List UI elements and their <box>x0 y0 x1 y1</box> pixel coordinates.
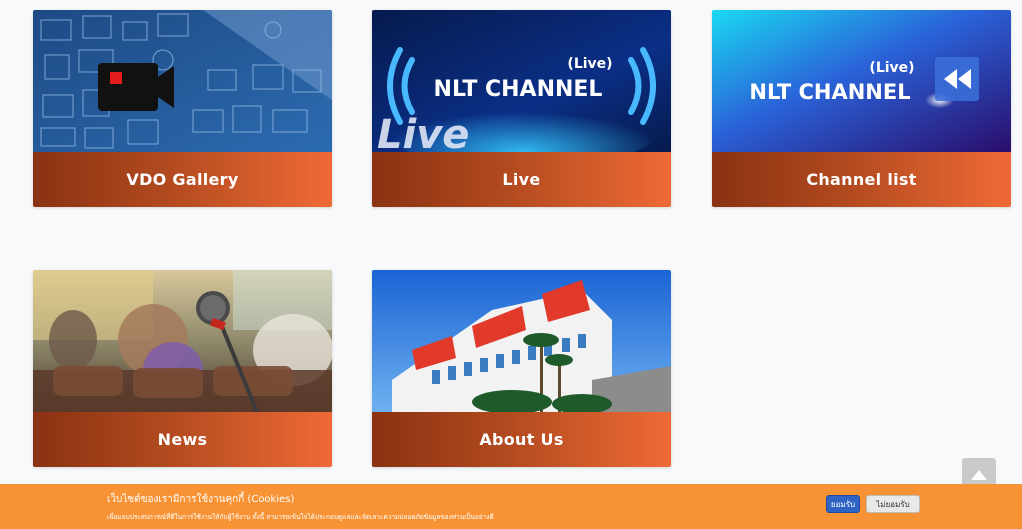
card-label: Live <box>502 170 541 189</box>
live-overlay-text: Live <box>377 112 469 152</box>
card-label: News <box>157 430 208 449</box>
live-label-bar[interactable]: Live <box>372 152 671 207</box>
cookie-description: เพื่อมอบประสบการณ์ที่ดีในการใช้งานให้กับ… <box>107 513 494 521</box>
about-us-thumbnail <box>372 270 671 412</box>
live-tag: (Live) <box>567 56 612 72</box>
news-thumbnail <box>33 270 332 412</box>
nlt-channel-title: NLT CHANNEL <box>749 80 910 104</box>
card-news[interactable]: News <box>33 270 332 467</box>
accept-cookies-button[interactable]: ยอมรับ <box>826 495 860 513</box>
decline-cookies-button[interactable]: ไม่ยอมรับ <box>866 495 920 513</box>
nlt-channel-title: NLT CHANNEL <box>434 77 603 102</box>
channel-tag: (Live) <box>869 60 914 76</box>
news-label-bar[interactable]: News <box>33 412 332 467</box>
live-thumbnail: (Live) NLT CHANNEL Live <box>372 10 671 152</box>
vdo-gallery-thumbnail <box>33 10 332 152</box>
about-us-label-bar[interactable]: About Us <box>372 412 671 467</box>
chevron-up-icon <box>971 470 987 480</box>
card-about-us[interactable]: About Us <box>372 270 671 467</box>
card-channel-list[interactable]: (Live) NLT CHANNEL Channel list <box>712 10 1011 207</box>
card-label: Channel list <box>806 170 917 189</box>
card-live[interactable]: (Live) NLT CHANNEL Live Live <box>372 10 671 207</box>
card-vdo-gallery[interactable]: VDO Gallery <box>33 10 332 207</box>
vdo-gallery-label-bar[interactable]: VDO Gallery <box>33 152 332 207</box>
rewind-icon <box>935 57 979 101</box>
card-label: VDO Gallery <box>126 170 239 189</box>
channel-list-thumbnail: (Live) NLT CHANNEL <box>712 10 1011 152</box>
card-label: About Us <box>479 430 564 449</box>
channel-list-label-bar[interactable]: Channel list <box>712 152 1011 207</box>
cookie-title: เว็บไซต์ของเรามีการใช้งานคุกกี้ (Cookies… <box>107 494 295 505</box>
